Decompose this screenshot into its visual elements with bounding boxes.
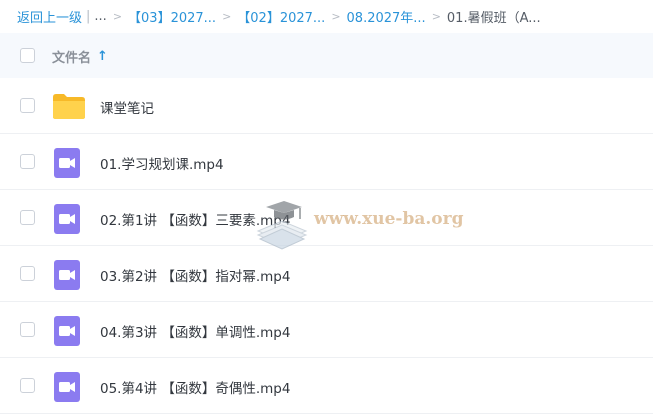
row-checkbox[interactable]: [20, 210, 35, 225]
file-list-header: 文件名 ↑: [0, 33, 653, 78]
back-link[interactable]: 返回上一级: [17, 7, 82, 26]
arrow-up-icon[interactable]: ↑: [97, 49, 108, 64]
folder-icon: [52, 93, 86, 120]
row-checkbox[interactable]: [20, 378, 35, 393]
breadcrumb-item-1[interactable]: 【03】2027...: [128, 7, 216, 26]
chevron-right-icon: >: [431, 10, 441, 23]
breadcrumb-pipe: |: [86, 9, 91, 24]
folder-row[interactable]: 课堂笔记: [0, 78, 653, 134]
file-row[interactable]: 02.第1讲 【函数】三要素.mp4: [0, 190, 653, 246]
file-name[interactable]: 01.学习规划课.mp4: [100, 153, 224, 173]
file-name[interactable]: 02.第1讲 【函数】三要素.mp4: [100, 209, 290, 229]
chevron-right-icon: >: [331, 10, 341, 23]
filename-column-label: 文件名: [52, 51, 92, 66]
file-name[interactable]: 04.第3讲 【函数】单调性.mp4: [100, 321, 290, 341]
chevron-right-icon: >: [112, 10, 123, 23]
file-row[interactable]: 04.第3讲 【函数】单调性.mp4: [0, 302, 653, 358]
video-file-icon: [54, 148, 80, 178]
file-name[interactable]: 05.第4讲 【函数】奇偶性.mp4: [100, 377, 290, 397]
file-row[interactable]: 01.学习规划课.mp4: [0, 134, 653, 190]
breadcrumb-item-3[interactable]: 08.2027年...: [347, 7, 426, 26]
video-file-icon: [54, 260, 80, 290]
file-row[interactable]: 03.第2讲 【函数】指对幂.mp4: [0, 246, 653, 302]
row-checkbox[interactable]: [20, 154, 35, 169]
file-name[interactable]: 课堂笔记: [100, 97, 154, 117]
select-all-checkbox[interactable]: [20, 48, 35, 63]
file-row[interactable]: 05.第4讲 【函数】奇偶性.mp4: [0, 358, 653, 414]
video-file-icon: [54, 204, 80, 234]
breadcrumb-current: 01.暑假班（A...: [446, 11, 541, 26]
filename-column-header[interactable]: 文件名 ↑: [52, 47, 108, 66]
chevron-right-icon: >: [222, 10, 232, 23]
breadcrumb-item-2[interactable]: 【02】2027...: [237, 7, 325, 26]
row-checkbox[interactable]: [20, 266, 35, 281]
row-checkbox[interactable]: [20, 322, 35, 337]
row-checkbox[interactable]: [20, 98, 35, 113]
video-file-icon: [54, 316, 80, 346]
breadcrumb: 返回上一级 | ... > 【03】2027... > 【02】2027... …: [0, 0, 653, 33]
video-file-icon: [54, 372, 80, 402]
breadcrumb-ellipsis[interactable]: ...: [94, 9, 106, 24]
file-name[interactable]: 03.第2讲 【函数】指对幂.mp4: [100, 265, 290, 285]
